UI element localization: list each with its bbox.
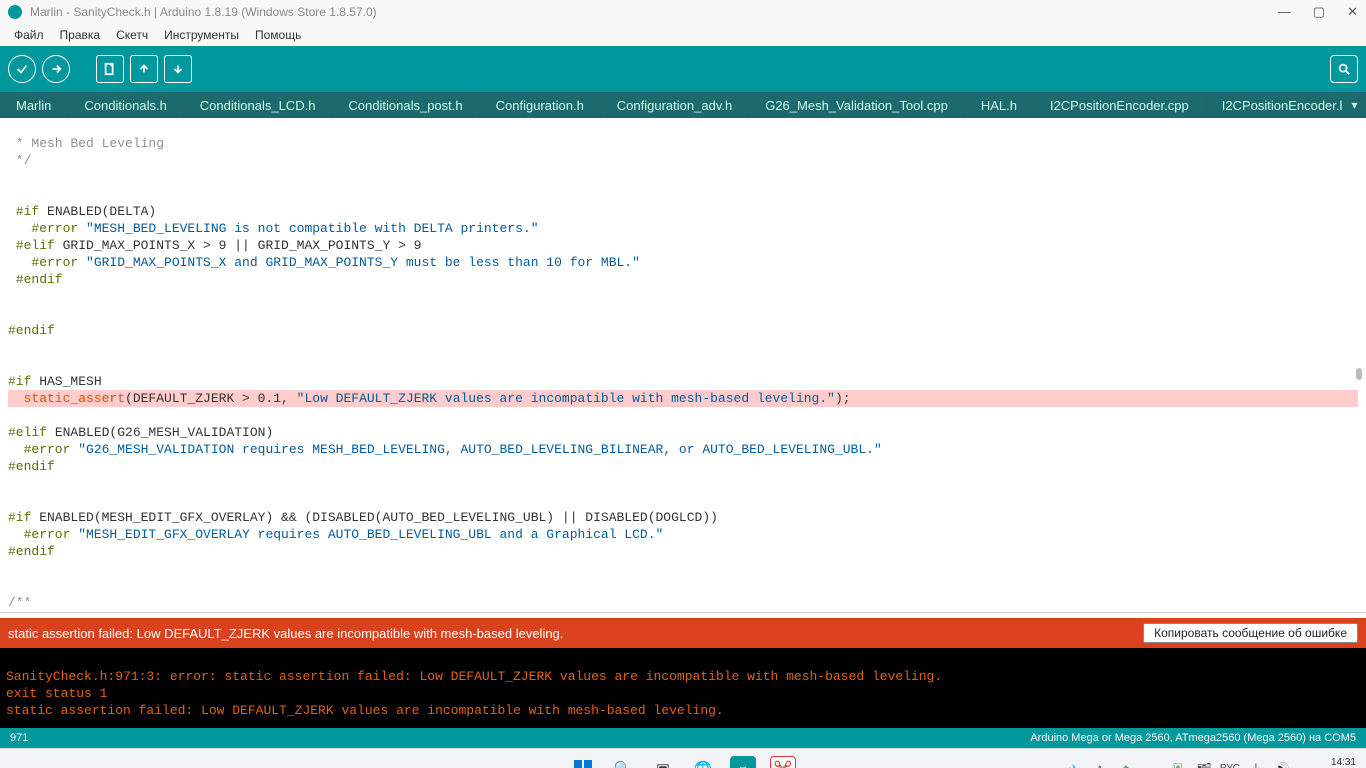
code-content: * Mesh Bed Leveling */ #if ENABLED(DELTA… [0, 118, 1366, 612]
console-line: exit status 1 [6, 686, 107, 701]
code-token: #elif [8, 238, 55, 253]
tray-volume-icon[interactable]: 🔊 [1274, 761, 1290, 768]
search-icon[interactable]: 🔍 [610, 756, 636, 768]
code-token: "MESH_BED_LEVELING is not compatible wit… [86, 221, 538, 236]
scrollbar-thumb[interactable] [1356, 368, 1362, 380]
window-controls: — ▢ ✕ [1278, 4, 1358, 20]
tray-app-icon[interactable]: ◆ [1118, 761, 1134, 768]
tab-conditionals-post[interactable]: Conditionals_post.h [332, 92, 479, 118]
console-line: static assertion failed: Low DEFAULT_ZJE… [6, 703, 724, 718]
close-button[interactable]: ✕ [1347, 4, 1358, 20]
statusbar: 971 Arduino Mega or Mega 2560, ATmega256… [0, 728, 1366, 748]
task-view-icon[interactable]: ▣ [650, 756, 676, 768]
tab-configuration-adv[interactable]: Configuration_adv.h [601, 92, 749, 118]
minimize-button[interactable]: — [1278, 4, 1291, 20]
upload-button[interactable] [42, 55, 70, 83]
code-line: #endif [8, 459, 55, 474]
code-token: #elif [8, 425, 47, 440]
tab-i2c-h[interactable]: I2CPositionEncoder.h [1206, 92, 1364, 118]
code-token: #error [8, 221, 86, 236]
toolbar [0, 46, 1366, 92]
code-editor[interactable]: * Mesh Bed Leveling */ #if ENABLED(DELTA… [0, 118, 1366, 612]
error-message: static assertion failed: Low DEFAULT_ZJE… [8, 626, 563, 641]
tray-telegram-icon[interactable]: ✈ [1066, 761, 1082, 768]
code-line: #endif [8, 323, 55, 338]
code-line: */ [8, 153, 31, 168]
code-token: #error [8, 527, 78, 542]
system-tray: ✈ ˄ ◆ ☁ ⛨ 🗂 РУС ⏚ 🔊 14:31 01.04.2022 [1066, 757, 1356, 768]
menu-sketch[interactable]: Скетч [108, 26, 156, 44]
app-icon [8, 5, 22, 19]
tray-language[interactable]: РУС [1222, 761, 1238, 768]
tray-time: 14:31 [1306, 757, 1356, 768]
console-line: SanityCheck.h:971:3: error: static asser… [6, 669, 942, 684]
code-line: #endif [8, 544, 55, 559]
tab-hal[interactable]: HAL.h [965, 92, 1034, 118]
editor-scrollbar[interactable] [1350, 118, 1364, 612]
menu-file[interactable]: Файл [6, 26, 52, 44]
code-token: #if [8, 204, 39, 219]
tab-conditionals-lcd[interactable]: Conditionals_LCD.h [184, 92, 333, 118]
windows-taskbar: 🔍 ▣ 🌐 ∞ ✂️ ✈ ˄ ◆ ☁ ⛨ 🗂 РУС ⏚ 🔊 14:31 01.… [0, 748, 1366, 768]
code-token: HAS_MESH [31, 374, 101, 389]
start-button[interactable] [570, 756, 596, 768]
code-token: "G26_MESH_VALIDATION requires MESH_BED_L… [78, 442, 882, 457]
console-output[interactable]: SanityCheck.h:971:3: error: static asser… [0, 648, 1366, 728]
code-token: #if [8, 374, 31, 389]
code-token: "GRID_MAX_POINTS_X and GRID_MAX_POINTS_Y… [86, 255, 640, 270]
file-tabs: Marlin Conditionals.h Conditionals_LCD.h… [0, 92, 1366, 118]
serial-monitor-button[interactable] [1330, 55, 1358, 83]
window-title: Marlin - SanityCheck.h | Arduino 1.8.19 … [30, 5, 1278, 19]
code-token: GRID_MAX_POINTS_X > 9 || GRID_MAX_POINTS… [55, 238, 422, 253]
tab-marlin[interactable]: Marlin [0, 92, 68, 118]
tab-g26[interactable]: G26_Mesh_Validation_Tool.cpp [749, 92, 965, 118]
arduino-icon[interactable]: ∞ [730, 756, 756, 768]
menu-help[interactable]: Помощь [247, 26, 309, 44]
code-token: static_assert [8, 391, 125, 406]
verify-button[interactable] [8, 55, 36, 83]
copy-error-button[interactable]: Копировать сообщение об ошибке [1143, 623, 1358, 643]
tabs-dropdown[interactable]: ▾ [1342, 92, 1366, 118]
code-token: #error [8, 442, 78, 457]
tray-chevron-up-icon[interactable]: ˄ [1092, 761, 1108, 768]
tab-configuration[interactable]: Configuration.h [480, 92, 601, 118]
tab-i2c-cpp[interactable]: I2CPositionEncoder.cpp [1034, 92, 1206, 118]
line-number: 971 [10, 732, 28, 744]
tray-battery-icon[interactable]: 🗂 [1196, 761, 1212, 768]
code-line: #endif [8, 272, 63, 287]
code-token: (DEFAULT_ZJERK > 0.1, [125, 391, 297, 406]
new-button[interactable] [96, 55, 124, 83]
maximize-button[interactable]: ▢ [1313, 4, 1325, 20]
menu-edit[interactable]: Правка [52, 26, 109, 44]
edge-icon[interactable]: 🌐 [690, 756, 716, 768]
tray-clock[interactable]: 14:31 01.04.2022 [1306, 757, 1356, 768]
tray-wifi-icon[interactable]: ⏚ [1248, 761, 1264, 768]
open-button[interactable] [130, 55, 158, 83]
error-line: static_assert(DEFAULT_ZJERK > 0.1, "Low … [8, 390, 1358, 407]
code-token: "Low DEFAULT_ZJERK values are incompatib… [297, 391, 835, 406]
code-token: ENABLED(G26_MESH_VALIDATION) [47, 425, 273, 440]
code-token: #if [8, 510, 31, 525]
titlebar: Marlin - SanityCheck.h | Arduino 1.8.19 … [0, 0, 1366, 24]
error-banner: static assertion failed: Low DEFAULT_ZJE… [0, 618, 1366, 648]
code-token: ); [835, 391, 851, 406]
tab-conditionals[interactable]: Conditionals.h [68, 92, 183, 118]
code-token: "MESH_EDIT_GFX_OVERLAY requires AUTO_BED… [78, 527, 663, 542]
code-line: /** [8, 595, 31, 610]
menu-tools[interactable]: Инструменты [156, 26, 247, 44]
tray-security-icon[interactable]: ⛨ [1170, 761, 1186, 768]
menubar: Файл Правка Скетч Инструменты Помощь [0, 24, 1366, 46]
taskbar-center: 🔍 ▣ 🌐 ∞ ✂️ [570, 756, 796, 768]
board-info: Arduino Mega or Mega 2560, ATmega2560 (M… [1030, 732, 1356, 744]
code-token: #error [8, 255, 86, 270]
save-button[interactable] [164, 55, 192, 83]
snipping-tool-icon[interactable]: ✂️ [770, 756, 796, 768]
tray-onedrive-icon[interactable]: ☁ [1144, 761, 1160, 768]
code-token: ENABLED(MESH_EDIT_GFX_OVERLAY) && (DISAB… [31, 510, 718, 525]
code-line: * Mesh Bed Leveling [8, 136, 164, 151]
code-token: ENABLED(DELTA) [39, 204, 156, 219]
